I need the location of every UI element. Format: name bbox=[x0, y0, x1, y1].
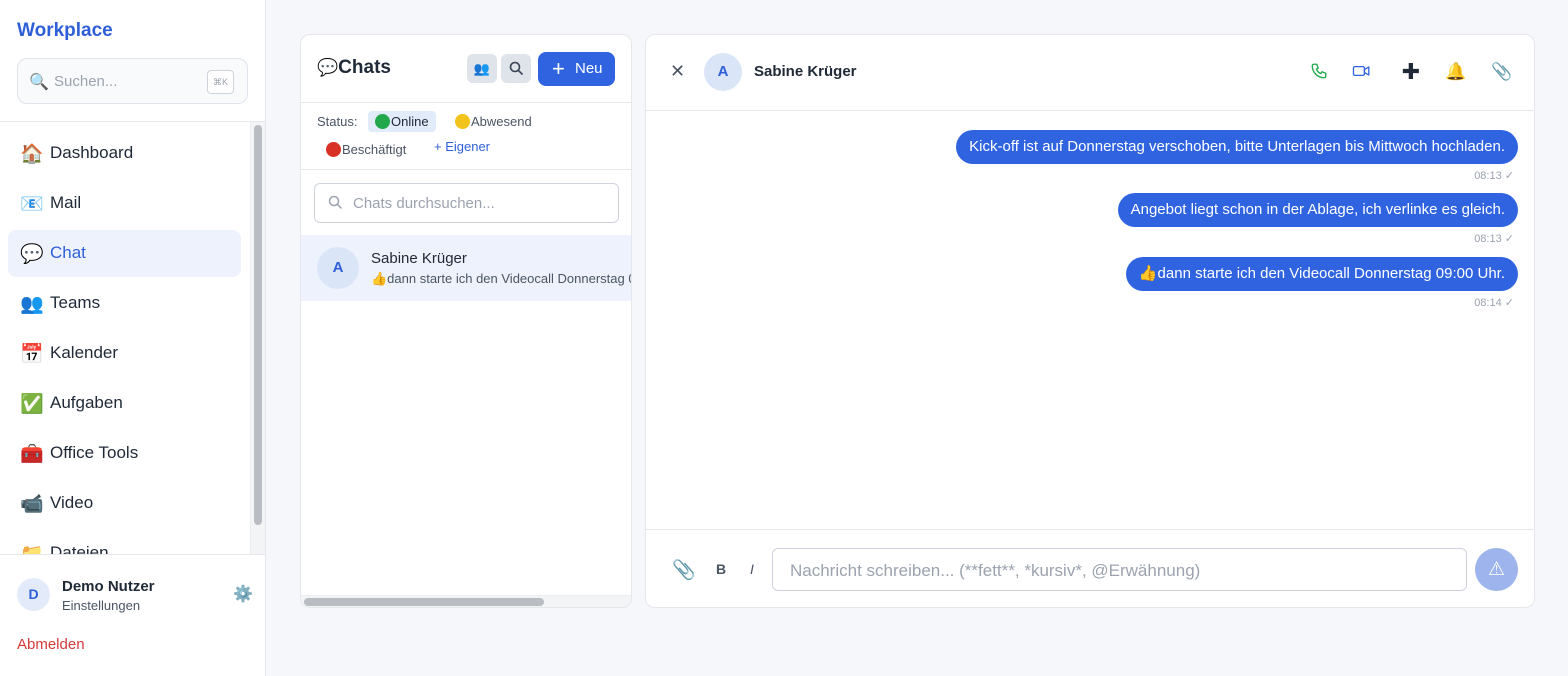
phone-icon[interactable] bbox=[1308, 61, 1330, 83]
avatar[interactable]: D bbox=[17, 578, 50, 611]
divider bbox=[0, 554, 265, 555]
message-input-placeholder: Nachricht schreiben... (**fett**, *kursi… bbox=[790, 561, 1201, 580]
chats-title-text: Chats bbox=[338, 57, 391, 78]
check-box-icon: ✅ bbox=[20, 394, 44, 415]
sidebar-scrollbar-thumb[interactable] bbox=[254, 125, 262, 525]
status-label: Status: bbox=[317, 114, 358, 129]
search-chats-button[interactable] bbox=[501, 54, 531, 83]
sidebar-item-label: Dashboard bbox=[50, 143, 134, 162]
logout-button[interactable]: Abmelden bbox=[17, 636, 85, 653]
user-name: Demo Nutzer bbox=[62, 578, 155, 595]
chat-item-preview: 👍dann starte ich den Videocall Donnersta… bbox=[371, 271, 631, 286]
add-custom-status-button[interactable]: + Eigener bbox=[434, 139, 490, 154]
search-icon bbox=[328, 195, 342, 209]
toolbox-icon: 🧰 bbox=[20, 444, 44, 465]
calendar-icon: 📅 bbox=[20, 344, 44, 365]
sidebar-item-dashboard[interactable]: 🏠 Dashboard bbox=[8, 130, 241, 177]
chats-title: 💬Chats bbox=[317, 57, 391, 79]
new-chat-label: Neu bbox=[575, 60, 603, 77]
mail-icon: 📧 bbox=[20, 194, 44, 215]
paperclip-icon: 📎 bbox=[672, 560, 696, 581]
status-online[interactable]: Online bbox=[368, 111, 436, 132]
message-timestamp: 08:14 ✓ bbox=[1474, 297, 1514, 309]
sidebar-item-label: Office Tools bbox=[50, 443, 139, 462]
bell-icon[interactable]: 🔔 bbox=[1445, 61, 1467, 83]
sidebar-nav: 🏠 Dashboard 📧 Mail 💬 Chat 👥 Teams 📅 Kale… bbox=[0, 122, 250, 554]
plus-icon[interactable]: ✚ bbox=[1400, 61, 1422, 83]
sidebar-item-chat[interactable]: 💬 Chat bbox=[8, 230, 241, 277]
message-timestamp: 08:13 ✓ bbox=[1474, 233, 1514, 245]
sidebar: Workplace 🔍 Suchen... ⌘K 🏠 Dashboard 📧 M… bbox=[0, 0, 266, 676]
group-chat-button[interactable]: 👥 bbox=[467, 54, 497, 83]
status-away-label: Abwesend bbox=[471, 114, 532, 129]
sidebar-item-mail[interactable]: 📧 Mail bbox=[8, 180, 241, 227]
sidebar-item-label: Kalender bbox=[50, 343, 119, 362]
speech-bubble-icon: 💬 bbox=[20, 244, 44, 265]
chat-item-name: Sabine Krüger bbox=[371, 250, 467, 267]
send-button[interactable]: ⚠ bbox=[1475, 548, 1518, 591]
shortcut-badge: ⌘K bbox=[207, 70, 234, 94]
video-camera-icon[interactable] bbox=[1350, 61, 1372, 83]
avatar[interactable]: A bbox=[704, 53, 742, 91]
divider bbox=[646, 110, 1534, 111]
new-chat-button[interactable]: + Neu bbox=[538, 52, 615, 86]
list-item[interactable]: A Sabine Krüger 👍dann starte ich den Vid… bbox=[301, 235, 631, 301]
status-busy-label: Beschäftigt bbox=[342, 142, 407, 157]
gear-icon[interactable]: ⚙️ bbox=[233, 584, 253, 604]
chats-horizontal-scrollbar-thumb[interactable] bbox=[304, 598, 544, 606]
sidebar-item-label: Mail bbox=[50, 193, 82, 212]
message-bubble[interactable]: Angebot liegt schon in der Ablage, ich v… bbox=[1117, 193, 1518, 227]
divider bbox=[301, 102, 631, 103]
message-timestamp: 08:13 ✓ bbox=[1474, 170, 1514, 182]
message-bubble[interactable]: Kick-off ist auf Donnerstag verschoben, … bbox=[956, 130, 1518, 164]
divider bbox=[646, 529, 1534, 530]
sidebar-item-office-tools[interactable]: 🧰 Office Tools bbox=[8, 430, 241, 477]
sidebar-item-kalender[interactable]: 📅 Kalender bbox=[8, 330, 241, 377]
red-dot-icon bbox=[326, 142, 341, 157]
sidebar-item-label: Teams bbox=[50, 293, 101, 312]
sidebar-search-input[interactable]: 🔍 Suchen... ⌘K bbox=[17, 58, 248, 104]
chat-search-placeholder: Chats durchsuchen... bbox=[353, 195, 495, 212]
video-camera-icon: 📹 bbox=[20, 494, 44, 515]
italic-button[interactable]: I bbox=[750, 561, 754, 577]
status-away[interactable]: Abwesend bbox=[455, 111, 532, 132]
search-icon bbox=[509, 61, 523, 75]
sidebar-item-aufgaben[interactable]: ✅ Aufgaben bbox=[8, 380, 241, 427]
sidebar-item-dateien[interactable]: 📁 Dateien bbox=[8, 530, 241, 554]
sidebar-item-label: Video bbox=[50, 493, 94, 512]
plus-icon: + bbox=[552, 56, 565, 81]
people-icon: 👥 bbox=[20, 294, 44, 315]
folder-icon: 📁 bbox=[20, 542, 44, 554]
magnifier-icon: 🔍 bbox=[29, 74, 49, 91]
status-online-label: Online bbox=[391, 114, 429, 129]
status-busy[interactable]: Beschäftigt bbox=[326, 139, 406, 160]
yellow-dot-icon bbox=[455, 114, 470, 129]
sidebar-search-placeholder: Suchen... bbox=[54, 73, 118, 90]
chats-panel: 💬Chats 👥 + Neu Status: Online Abwesend B… bbox=[300, 34, 632, 608]
paperclip-icon[interactable]: 📎 bbox=[1491, 61, 1513, 83]
people-icon: 👥 bbox=[473, 61, 491, 76]
message-bubble[interactable]: 👍dann starte ich den Videocall Donnersta… bbox=[1125, 257, 1518, 291]
sidebar-item-video[interactable]: 📹 Video bbox=[8, 480, 241, 527]
divider bbox=[301, 169, 631, 170]
close-icon[interactable]: ✕ bbox=[670, 61, 685, 82]
send-icon: ⚠ bbox=[1487, 559, 1506, 580]
sidebar-item-label: Chat bbox=[50, 243, 86, 262]
green-dot-icon bbox=[375, 114, 390, 129]
attach-file-button[interactable]: 📎 bbox=[672, 558, 696, 582]
chat-search-input[interactable]: Chats durchsuchen... bbox=[314, 183, 619, 223]
avatar: A bbox=[317, 247, 359, 289]
bold-button[interactable]: B bbox=[716, 561, 726, 577]
conversation-panel: ✕ A Sabine Krüger ✚ 🔔 📎 Kick-off ist auf… bbox=[645, 34, 1535, 608]
house-icon: 🏠 bbox=[20, 144, 44, 165]
settings-link[interactable]: Einstellungen bbox=[62, 598, 140, 613]
brand-title[interactable]: Workplace bbox=[17, 20, 113, 42]
conversation-title: Sabine Krüger bbox=[754, 63, 857, 80]
sidebar-item-label: Aufgaben bbox=[50, 393, 123, 412]
message-input[interactable]: Nachricht schreiben... (**fett**, *kursi… bbox=[772, 548, 1467, 591]
speech-bubble-icon: 💬 bbox=[317, 58, 339, 77]
sidebar-item-label: Dateien bbox=[50, 543, 109, 554]
sidebar-item-teams[interactable]: 👥 Teams bbox=[8, 280, 241, 327]
